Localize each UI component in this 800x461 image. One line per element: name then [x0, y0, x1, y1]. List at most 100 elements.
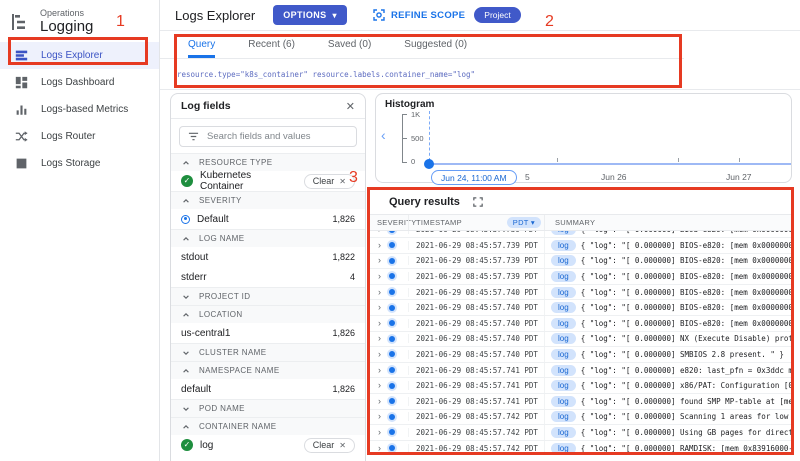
- table-row[interactable]: ›2021-06-29 08:45:57.741 PDTlog{ "log": …: [370, 362, 791, 378]
- expand-chevron-icon[interactable]: ›: [378, 272, 381, 281]
- table-row[interactable]: ›2021-06-29 08:45:57.739 PDTlog{ "log": …: [370, 237, 791, 253]
- table-row[interactable]: ›2021-06-29 08:45:57.741 PDTlog{ "log": …: [370, 377, 791, 393]
- table-row[interactable]: ›2021-06-29 08:45:57.739 PDTlog{ "log": …: [370, 268, 791, 284]
- sidebar-item-logs-dashboard[interactable]: Logs Dashboard: [0, 69, 159, 96]
- log-field-section-location[interactable]: LOCATION: [171, 305, 365, 323]
- tab-query[interactable]: Query: [188, 31, 215, 58]
- log-field-pill[interactable]: log: [551, 443, 576, 452]
- field-value-label: us-central1: [181, 328, 230, 339]
- expand-chevron-icon[interactable]: ›: [378, 397, 381, 406]
- sidebar-item-logs-based-metrics[interactable]: Logs-based Metrics: [0, 96, 159, 123]
- table-row[interactable]: ›2021-06-29 08:45:57.741 PDTlog{ "log": …: [370, 393, 791, 409]
- row-timestamp: 2021-06-29 08:45:57.740 PDT: [408, 319, 544, 328]
- log-field-section-log-name[interactable]: LOG NAME: [171, 229, 365, 247]
- log-field-pill[interactable]: log: [551, 240, 576, 251]
- log-field-value[interactable]: us-central11,826: [171, 323, 365, 343]
- log-field-pill[interactable]: log: [551, 271, 576, 282]
- histogram-start-date-pill[interactable]: Jun 24, 11:00 AM: [431, 170, 517, 185]
- log-field-pill[interactable]: log: [551, 287, 576, 298]
- log-field-section-namespace-name[interactable]: NAMESPACE NAME: [171, 361, 365, 379]
- log-field-value[interactable]: stderr4: [171, 267, 365, 287]
- search-input[interactable]: [207, 131, 347, 142]
- log-field-section-cluster-name[interactable]: CLUSTER NAME: [171, 343, 365, 361]
- log-field-pill[interactable]: log: [551, 427, 576, 438]
- log-field-section-project-id[interactable]: PROJECT ID: [171, 287, 365, 305]
- expand-chevron-icon[interactable]: ›: [378, 319, 381, 328]
- row-summary: { "log": "[ 0.000000] NX (Execute Disabl…: [581, 334, 791, 343]
- table-row[interactable]: ›2021-06-29 08:45:57.739 PDTlog{ "log": …: [370, 253, 791, 269]
- expand-chevron-icon[interactable]: ›: [378, 444, 381, 452]
- expand-chevron-icon[interactable]: ›: [378, 428, 381, 437]
- log-fields-search[interactable]: [179, 126, 357, 147]
- row-timestamp: 2021-06-29 08:45:57.742 PDT: [408, 428, 544, 437]
- row-summary: { "log": "[ 0.000000] BIOS-e820: [mem 0x…: [581, 256, 791, 265]
- expand-chevron-icon[interactable]: ›: [378, 241, 381, 250]
- clear-filter-button[interactable]: Clear✕: [304, 438, 355, 453]
- log-field-pill[interactable]: log: [551, 349, 576, 360]
- table-row[interactable]: ›2021-06-29 08:45:57.742 PDTlog{ "log": …: [370, 424, 791, 440]
- field-value-count: 1,826: [332, 214, 355, 224]
- log-field-pill[interactable]: log: [551, 365, 576, 376]
- log-field-pill[interactable]: log: [551, 411, 576, 422]
- log-field-pill[interactable]: log: [551, 231, 576, 235]
- log-field-pill[interactable]: log: [551, 255, 576, 266]
- log-field-value[interactable]: ✓logClear✕: [171, 435, 365, 455]
- expand-chevron-icon[interactable]: ›: [378, 231, 381, 234]
- log-field-value[interactable]: stdout1,822: [171, 247, 365, 267]
- table-row[interactable]: ›2021-06-29 08:45:57.740 PDTlog{ "log": …: [370, 315, 791, 331]
- options-button[interactable]: OPTIONS ▾: [273, 5, 347, 25]
- log-field-pill[interactable]: log: [551, 380, 576, 391]
- log-fields-panel: Log fields ✕ RESOURCE TYPE✓Kubernetes Co…: [170, 93, 366, 461]
- row-timestamp: 2021-06-29 08:45:57.739 PDT: [408, 241, 544, 250]
- histogram-range-handle[interactable]: [424, 159, 434, 169]
- col-summary[interactable]: SUMMARY: [544, 215, 791, 230]
- log-field-pill[interactable]: log: [551, 333, 576, 344]
- sidebar-item-logs-explorer[interactable]: Logs Explorer: [0, 42, 159, 69]
- log-field-section-container-name[interactable]: CONTAINER NAME: [171, 417, 365, 435]
- log-field-section-pod-name[interactable]: POD NAME: [171, 399, 365, 417]
- expand-chevron-icon[interactable]: ›: [378, 334, 381, 343]
- log-field-pill[interactable]: log: [551, 396, 576, 407]
- close-icon[interactable]: ✕: [346, 100, 355, 113]
- expand-chevron-icon[interactable]: ›: [378, 412, 381, 421]
- sidebar-item-logs-router[interactable]: Logs Router: [0, 123, 159, 150]
- product-brand: Operations Logging: [0, 0, 159, 42]
- expand-chevron-icon[interactable]: ›: [378, 303, 381, 312]
- page-title: Logs Explorer: [175, 8, 255, 23]
- expand-chevron-icon[interactable]: ›: [378, 366, 381, 375]
- log-field-value[interactable]: default1,826: [171, 379, 365, 399]
- sidebar-item-logs-storage[interactable]: Logs Storage: [0, 150, 159, 177]
- fullscreen-icon[interactable]: [473, 197, 483, 207]
- tab-saved[interactable]: Saved (0): [328, 31, 371, 58]
- col-timestamp[interactable]: TIMESTAMP PDT ▾: [408, 215, 544, 230]
- tab-suggested[interactable]: Suggested (0): [404, 31, 467, 58]
- expand-chevron-icon[interactable]: ›: [378, 381, 381, 390]
- expand-chevron-icon[interactable]: ›: [378, 350, 381, 359]
- expand-chevron-icon[interactable]: ›: [378, 256, 381, 265]
- timezone-selector[interactable]: PDT ▾: [507, 217, 541, 228]
- col-severity[interactable]: SEVERITY: [370, 218, 408, 227]
- log-field-value[interactable]: ✓Kubernetes ContainerClear✕: [171, 171, 365, 191]
- log-field-section-resource-type[interactable]: RESOURCE TYPE: [171, 153, 365, 171]
- table-row[interactable]: ›2021-06-29 08:45:57.740 PDTlog{ "log": …: [370, 299, 791, 315]
- log-field-section-severity[interactable]: SEVERITY: [171, 191, 365, 209]
- check-circle-icon: ✓: [181, 175, 193, 187]
- severity-dot-icon: [389, 231, 395, 233]
- refine-scope-button[interactable]: REFINE SCOPE: [373, 9, 465, 21]
- table-row[interactable]: ›2021-06-29 08:45:57.740 PDTlog{ "log": …: [370, 284, 791, 300]
- table-row[interactable]: ›2021-06-29 08:45:57.740 PDTlog{ "log": …: [370, 331, 791, 347]
- log-field-pill[interactable]: log: [551, 302, 576, 313]
- log-field-value[interactable]: Default1,826: [171, 209, 365, 229]
- log-field-pill[interactable]: log: [551, 318, 576, 329]
- clear-filter-button[interactable]: Clear✕: [304, 174, 355, 189]
- query-editor[interactable]: resource.type="k8s_container" resource.l…: [160, 59, 800, 89]
- sidebar-nav: Logs ExplorerLogs DashboardLogs-based Me…: [0, 42, 159, 177]
- table-row[interactable]: ›2021-06-29 08:45:57.742 PDTlog{ "log": …: [370, 409, 791, 425]
- tab-recent[interactable]: Recent (6): [248, 31, 295, 58]
- scope-badge[interactable]: Project: [474, 7, 520, 23]
- histogram-scroll-left-icon[interactable]: ‹: [381, 127, 386, 143]
- expand-chevron-icon[interactable]: ›: [378, 288, 381, 297]
- table-row[interactable]: ›2021-06-29 08:45:57.742 PDTlog{ "log": …: [370, 440, 791, 452]
- table-row[interactable]: ›2021-06-29 08:45:57.740 PDTlog{ "log": …: [370, 346, 791, 362]
- severity-dot-icon: [389, 383, 395, 389]
